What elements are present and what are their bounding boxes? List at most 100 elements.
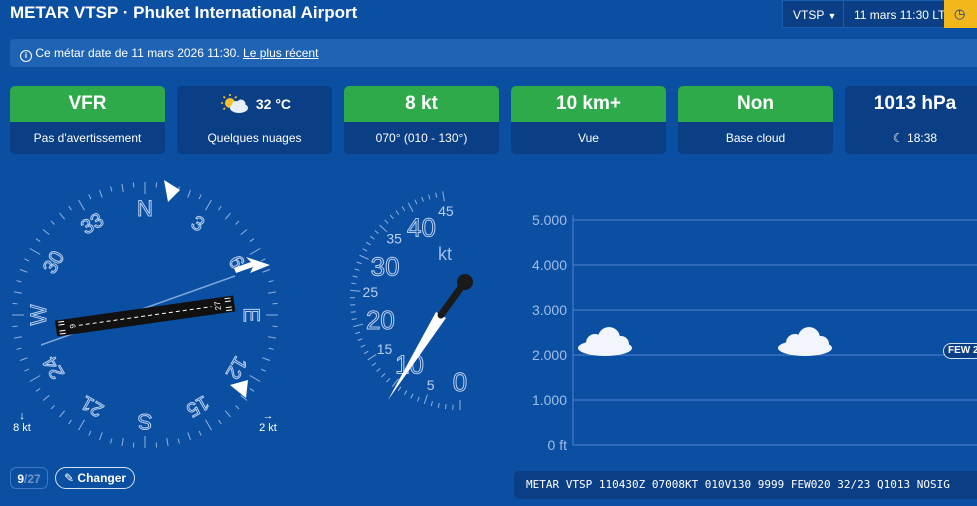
compass-tick [68,419,72,425]
datetime-label: 11 mars 11:30 LT [854,8,946,22]
compass-heading-label: S [138,409,153,434]
compass-tick [99,189,103,198]
compass-heading-label: W [26,304,51,325]
gauge-tick [407,202,414,212]
gauge-tick [357,338,363,341]
compass-tick [16,347,22,350]
top-bar: METAR VTSP · Phuket International Airpor… [0,0,977,30]
change-button[interactable]: ✎ Changer [55,467,136,489]
ceiling-label: Base cloud [678,122,833,154]
gauge-tick [353,323,364,328]
compass-tick [29,248,41,255]
compass-tick [235,405,240,410]
gauge-tick [352,275,358,278]
gauge-tick [428,194,431,200]
compass-tick [19,269,28,273]
gauge-minor-label: 15 [377,341,393,357]
page-title: METAR VTSP · Phuket International Airpor… [10,3,358,22]
compass-tick [218,419,222,425]
gauge-tick [381,373,386,378]
station-select[interactable]: VTSP ▼ [782,0,848,28]
station-select-label: VTSP [793,8,825,22]
compass-tick [35,238,41,242]
gauge-minor-label: 45 [438,203,454,219]
variable-limit-marker-top [164,180,180,202]
gauge-tick [367,354,377,361]
cloud-icon [778,327,832,356]
compass-tick [13,291,22,294]
weather-label: Quelques nuages [177,122,332,154]
gauge-tick [363,350,369,355]
compass-tick [187,189,191,198]
compass-tick [88,430,92,436]
metar-age-notice: i Ce métar date de 11 mars 2026 11:30. L… [10,39,977,67]
gauge-tick [401,206,406,212]
pressure-card: 1013 hPa ☾ 18:38 [845,86,977,154]
ceiling-value: Non [678,86,833,122]
chart-y-tick: 5.000 [532,212,567,228]
gauge-tick [410,393,414,399]
compass-tick [110,186,113,192]
right-wind-value: 2 kt [259,422,277,434]
gauge-minor-label: 5 [427,377,435,393]
compass-heading-label: 15 [182,391,212,421]
gauge-major-label: 40 [407,213,436,243]
gauge-tick [376,367,381,372]
compass-tick [249,388,255,392]
variable-limit-marker-bottom [230,380,248,398]
compass-tick [224,410,231,418]
compass-heading-label: 30 [39,247,69,277]
compass-tick [110,438,113,444]
gauge-tick [355,331,361,335]
compass-tick [198,430,202,436]
flight-rules-card: VFR Pas d'avertissement [10,86,165,154]
clock-button[interactable]: ◷ [944,0,977,28]
gauge-tick [362,248,368,252]
cloud-chart: 5.000 4.000 3.000 2.000 1.000 0 ft FEW 2 [510,200,977,460]
latest-link[interactable]: Le plus récent [243,46,318,60]
datetime-button[interactable]: 11 mars 11:30 LT [843,0,957,28]
compass-tick [235,220,240,225]
arrow-down-icon: ↓ [19,410,25,422]
compass-heading-label: 33 [77,209,107,239]
notice-text: Ce métar date de 11 mars 2026 11:30. [35,46,240,60]
compass-tick [205,419,212,431]
moon-icon: ☾ [892,131,904,145]
weather-top: 32 °C [177,86,332,122]
visibility-card: 10 km+ Vue [511,86,666,154]
compass-tick [260,368,266,372]
visibility-value: 10 km+ [511,86,666,122]
wind-value: 8 kt [344,86,499,122]
gauge-tick [435,192,438,198]
compass-tick [249,248,261,255]
change-button-label: Changer [77,471,127,485]
gauge-major-label: 20 [366,305,395,335]
gauge-tick [351,318,357,320]
chart-y-tick: 3.000 [532,302,567,318]
compass-tick [42,394,50,401]
compass-heading-label: 24 [39,352,69,382]
gauge-tick [350,289,361,292]
chart-y-tick: 1.000 [532,392,567,408]
gauge-tick [359,254,369,260]
compass-tick [29,375,41,382]
partly-cloudy-icon [220,94,248,114]
compass-heading-label: 21 [77,391,107,421]
cloud-icon [578,327,632,356]
compass-tick [78,419,85,431]
page-indicator[interactable]: 9/27 [10,467,48,489]
compass-tick [249,375,261,382]
gauge-major-label: 0 [453,367,467,397]
compass-tick [13,336,22,339]
compass-tick [24,258,30,262]
weather-card: 32 °C Quelques nuages [177,86,332,154]
chart-y-labels: 5.000 4.000 3.000 2.000 1.000 0 ft [532,212,567,453]
gauge-tick [371,362,377,367]
flight-rules-value: VFR [10,86,165,122]
compass-tick [177,438,180,444]
pencil-icon: ✎ [64,471,75,485]
gauge-tick [430,401,433,407]
runway: 6 27 [54,295,236,337]
gauge-tick [350,311,356,313]
page-current: 9 [17,472,24,486]
